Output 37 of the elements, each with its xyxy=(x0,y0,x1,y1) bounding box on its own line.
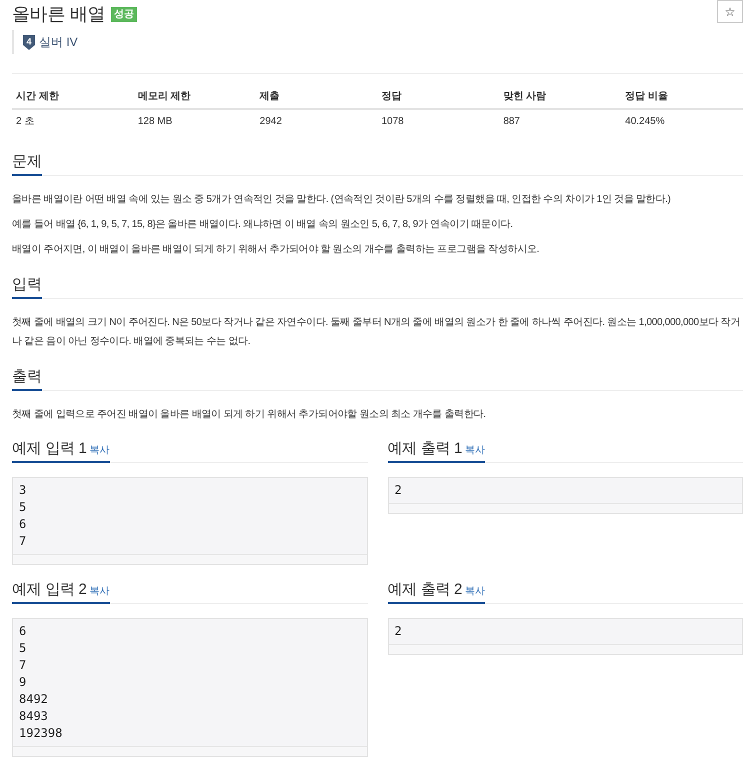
paragraph: 예를 들어 배열 {6, 1, 9, 5, 7, 15, 8}은 올바른 배열이다. 왜냐하면 이 배열 속의 원소인 5, 6, 7, 8, 9가 연속이기 때문이다. xyxy=(12,218,514,232)
sample-input-text: 6 5 7 9 8492 8493 192398 xyxy=(18,623,64,742)
sample-output-text: 2 xyxy=(394,482,403,499)
table-cell: 2942 xyxy=(256,109,378,134)
paragraph: 배열이 주어지면, 이 배열이 올바른 배열이 되게 하기 위해서 추가되어야 할 원소의 개수를 출력하는 프로그램을 작성하시오. xyxy=(12,243,540,257)
column-header: 정답 xyxy=(377,74,500,109)
sample-input-text: 3 5 6 7 xyxy=(18,482,28,550)
table-cell: 887 xyxy=(499,109,622,134)
column-header: 맞힌 사람 xyxy=(499,74,622,109)
paragraph: 첫째 줄에 배열의 크기 N이 주어진다. N은 50보다 작거나 같은 자연수이다. 둘째 줄부터 N개의 줄에 배열의 원소가 한 줄에 하나씩 주어진다. 원소는 1,000,000,000보다 작거나 같은 음이 아닌 정수이다. 배열에 중복되는 수는 없다. xyxy=(12,316,742,349)
table-cell: 2 초 xyxy=(12,109,134,134)
sample-title: 예제 출력 2 xyxy=(388,581,462,598)
sample-title: 예제 출력 1 xyxy=(388,440,462,457)
paragraph: 첫째 줄에 입력으로 주어진 배열이 올바른 배열이 되게 하기 위해서 추가되어야할 원소의 최소 개수를 출력한다. xyxy=(12,408,487,422)
sample-title: 예제 입력 2 xyxy=(12,581,87,598)
table-cell: 40.245% xyxy=(621,109,743,134)
sample-output-text: 2 xyxy=(394,623,403,640)
sample-title: 예제 입력 1 xyxy=(12,440,87,457)
copy-link[interactable]: 복사 xyxy=(465,586,486,597)
section-title: 출력 xyxy=(12,366,42,391)
copy-link[interactable]: 복사 xyxy=(90,445,110,456)
table-cell: 128 MB xyxy=(134,109,256,134)
section-title: 문제 xyxy=(12,151,42,176)
result-badge: 성공 xyxy=(111,7,138,22)
paragraph: 올바른 배열이란 어떤 배열 속에 있는 원소 중 5개가 연속적인 것을 말한다. (연속적인 것이란 5개의 수를 정렬했을 때, 인접한 수의 차이가 1인 것을 말한다.) xyxy=(12,193,672,207)
column-header: 메모리 제한 xyxy=(134,74,256,109)
favorite-button[interactable]: ☆ xyxy=(717,0,743,23)
tier-label[interactable]: 실버 IV xyxy=(39,34,78,50)
shield-icon: 4 xyxy=(23,34,35,50)
column-header: 제출 xyxy=(256,74,378,109)
column-header: 정답 비율 xyxy=(621,74,743,109)
section-title: 입력 xyxy=(12,274,42,299)
table-cell: 1078 xyxy=(377,109,500,134)
copy-link[interactable]: 복사 xyxy=(465,445,486,456)
column-header: 시간 제한 xyxy=(12,74,134,109)
copy-link[interactable]: 복사 xyxy=(90,586,110,597)
problem-title: 올바른 배열 xyxy=(12,3,106,26)
